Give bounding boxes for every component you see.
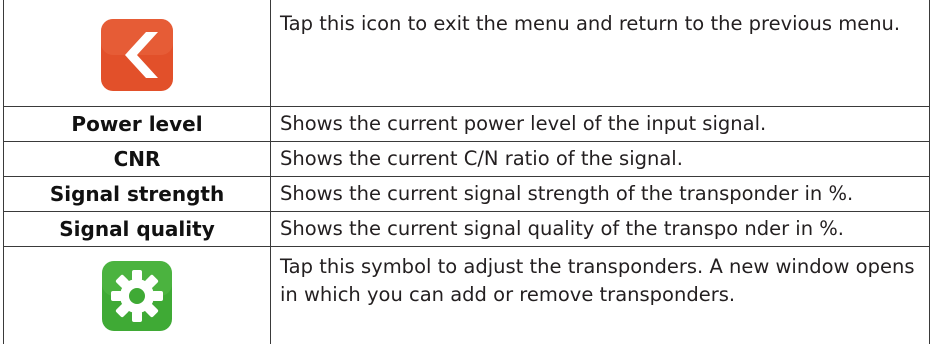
row-term: Signal strength [4, 177, 271, 212]
row-description: Shows the current power level of the inp… [271, 107, 930, 142]
table-row: Tap this symbol to adjust the transponde… [4, 247, 930, 344]
row-term: CNR [4, 142, 271, 177]
row-term: Power level [4, 107, 271, 142]
row-description: Tap this icon to exit the menu and retur… [271, 0, 930, 107]
icon-cell [4, 247, 271, 344]
table-row: CNR Shows the current C/N ratio of the s… [4, 142, 930, 177]
table-row: Tap this icon to exit the menu and retur… [4, 0, 930, 107]
row-term: Signal quality [4, 212, 271, 247]
row-description: Shows the current signal strength of the… [271, 177, 930, 212]
icon-cell [4, 0, 271, 107]
row-description: Tap this symbol to adjust the transponde… [271, 247, 930, 344]
table-row: Signal strength Shows the current signal… [4, 177, 930, 212]
gear-icon [102, 261, 172, 331]
table-row: Power level Shows the current power leve… [4, 107, 930, 142]
row-description: Shows the current C/N ratio of the signa… [271, 142, 930, 177]
back-arrow-icon [101, 19, 173, 91]
row-description: Shows the current signal quality of the … [271, 212, 930, 247]
table-row: Signal quality Shows the current signal … [4, 212, 930, 247]
help-table: Tap this icon to exit the menu and retur… [3, 0, 930, 344]
